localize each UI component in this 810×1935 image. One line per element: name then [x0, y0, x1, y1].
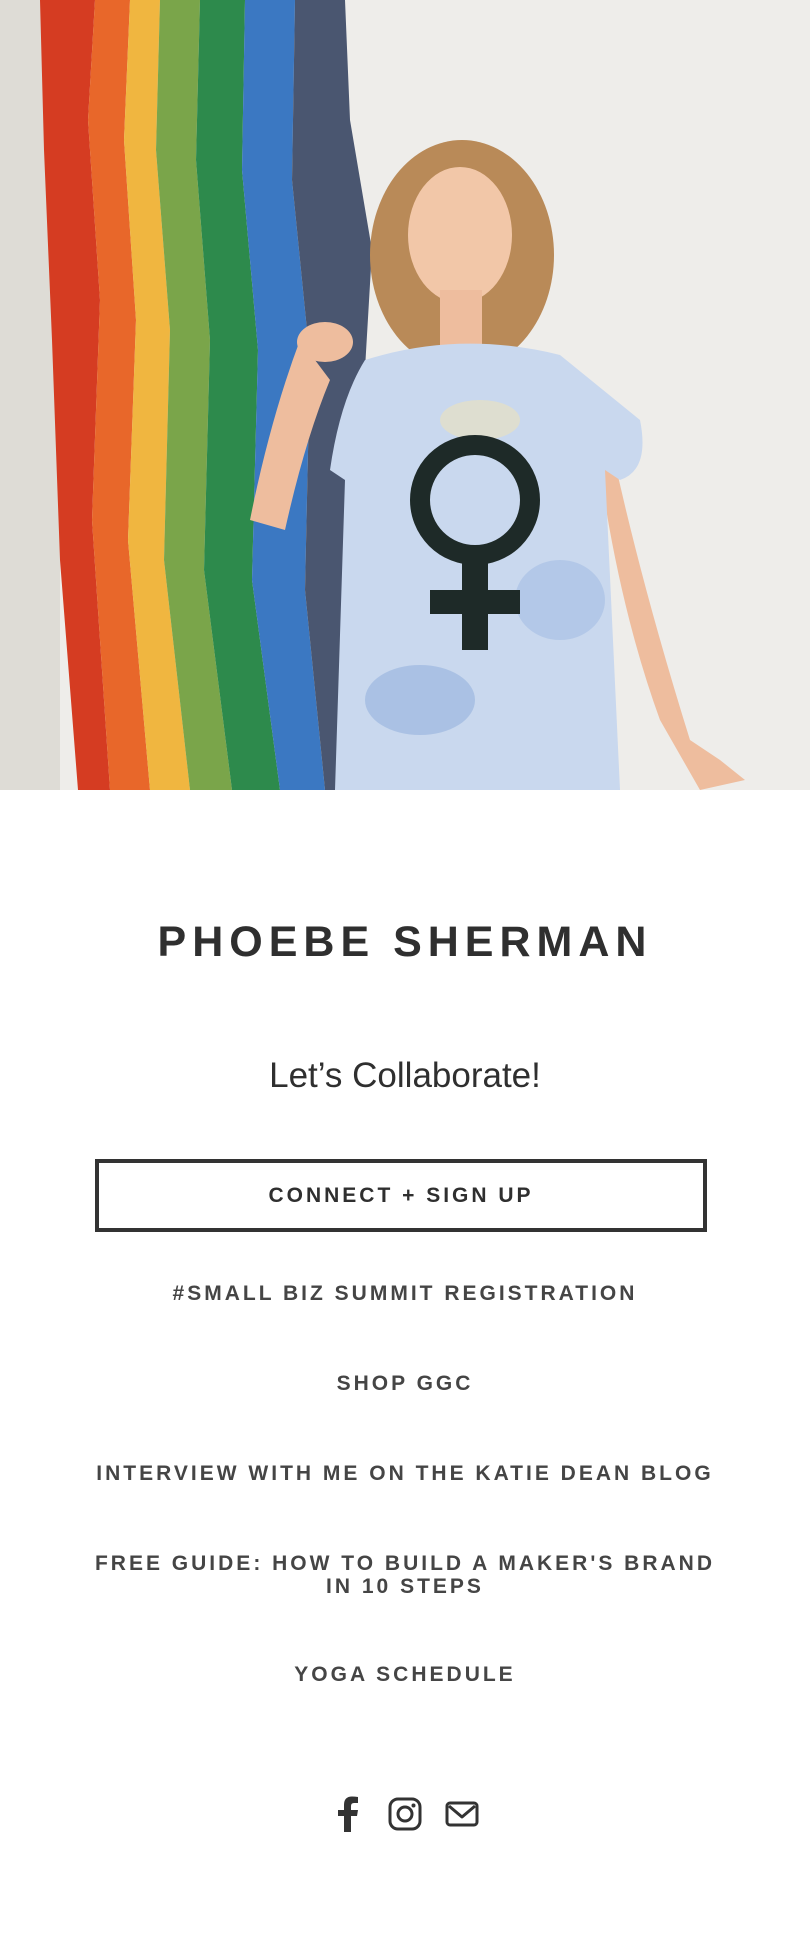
- yoga-schedule-link[interactable]: YOGA SCHEDULE: [90, 1663, 720, 1686]
- free-guide-link[interactable]: FREE GUIDE: HOW TO BUILD A MAKER'S BRAND…: [90, 1552, 720, 1598]
- profile-name: PHOEBE SHERMAN: [157, 918, 653, 966]
- shop-ggc-link[interactable]: SHOP GGC: [90, 1372, 720, 1395]
- social-links: [0, 1795, 810, 1832]
- facebook-icon[interactable]: [330, 1795, 367, 1832]
- summit-registration-link[interactable]: #SMALL BIZ SUMMIT REGISTRATION: [90, 1282, 720, 1305]
- connect-sign-up-button[interactable]: CONNECT + SIGN UP: [95, 1159, 707, 1232]
- interview-blog-link[interactable]: INTERVIEW WITH ME ON THE KATIE DEAN BLOG: [90, 1462, 720, 1485]
- hero-photo: [0, 0, 810, 790]
- instagram-icon[interactable]: [387, 1795, 424, 1832]
- email-icon[interactable]: [444, 1795, 481, 1832]
- tagline: Let’s Collaborate!: [269, 1056, 541, 1095]
